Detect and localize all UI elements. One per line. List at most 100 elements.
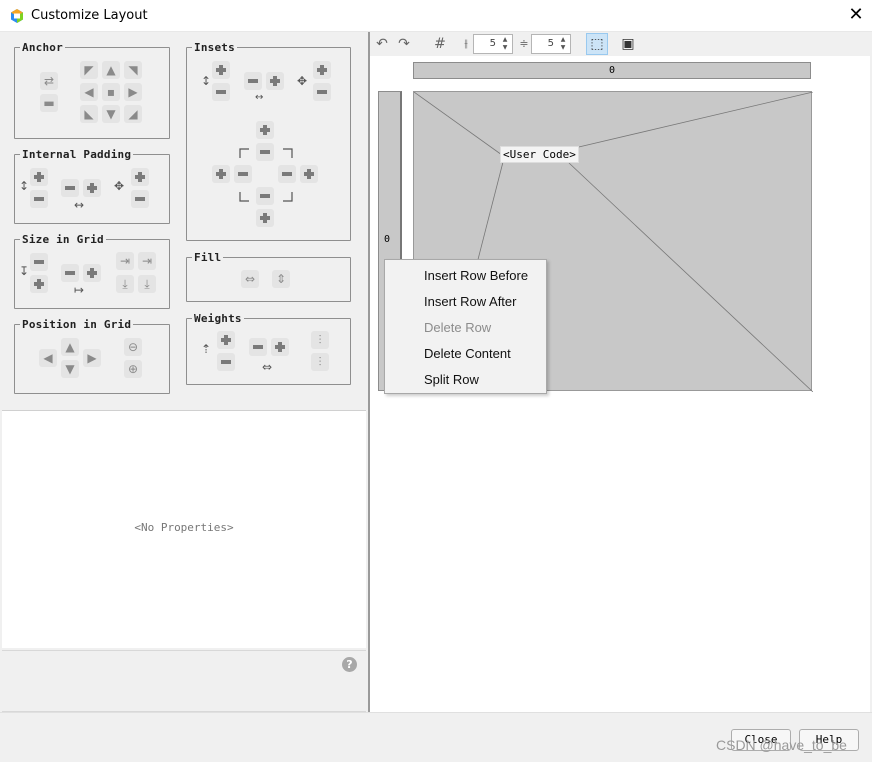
padding-v-minus-icon[interactable]	[30, 190, 48, 208]
menu-insert-row-before[interactable]: Insert Row Before	[424, 268, 528, 283]
insets-v-minus-icon[interactable]	[212, 83, 230, 101]
fill-group: Fill ⇔ ⇕	[186, 251, 351, 302]
weight-v-minus-icon[interactable]	[217, 353, 235, 371]
close-window-button[interactable]: ✕	[845, 4, 867, 26]
anchor-n-icon[interactable]: ▲	[102, 61, 120, 79]
anchor-ne-icon[interactable]: ◥	[124, 61, 142, 79]
span-right-all-icon[interactable]: ⇥	[138, 252, 156, 270]
vertical-gap-value[interactable]: 5	[548, 38, 554, 49]
padding-both-plus-icon[interactable]	[131, 168, 149, 186]
insets-both-icon: ✥	[297, 74, 308, 88]
swap-horizontal-icon[interactable]: ⊖	[124, 338, 142, 356]
menu-delete-content[interactable]: Delete Content	[424, 346, 511, 361]
undo-icon[interactable]: ↶	[373, 35, 391, 53]
anchor-baseline-icon[interactable]: ▬	[40, 94, 58, 112]
padding-h-plus-icon[interactable]	[83, 179, 101, 197]
size-in-grid-title: Size in Grid	[20, 233, 106, 246]
weight-h-plus-icon[interactable]	[271, 338, 289, 356]
horizontal-resize-icon: ↔	[74, 198, 85, 212]
grid-icon[interactable]: #	[431, 35, 449, 53]
anchor-sw-icon[interactable]: ◣	[80, 105, 98, 123]
v-gap-up-icon[interactable]: ▲	[558, 36, 568, 44]
grid-toolbar: ↶ ↷ # ⫲ 5 ▲ ▼ ≑ 5 ▲ ▼ ⬚ ▣	[370, 32, 870, 56]
span-right-icon[interactable]: ⇥	[116, 252, 134, 270]
internal-padding-group: Internal Padding ↕ ↔ ✥	[14, 148, 170, 224]
insets-both-plus-icon[interactable]	[313, 61, 331, 79]
anchor-w-icon[interactable]: ◀	[80, 83, 98, 101]
inset-top-plus-icon[interactable]	[256, 121, 274, 139]
col-span-icon: ↦	[74, 283, 85, 297]
vertical-gap-spinner[interactable]: 5 ▲ ▼	[531, 34, 571, 54]
anchor-nw-icon[interactable]: ◤	[80, 61, 98, 79]
weight-v-plus-icon[interactable]	[217, 331, 235, 349]
anchor-center-icon[interactable]: ▪	[102, 83, 120, 101]
menu-insert-row-after[interactable]: Insert Row After	[424, 294, 516, 309]
col-span-minus-icon[interactable]	[61, 264, 79, 282]
move-down-icon[interactable]: ▼	[61, 360, 79, 378]
select-tool-icon[interactable]: ⬚	[586, 33, 608, 55]
weights-group: Weights ⇡ ⇔ ⫶ ⫶	[186, 312, 351, 385]
user-code-label[interactable]: <User Code>	[500, 146, 579, 163]
v-gap-down-icon[interactable]: ▼	[558, 44, 568, 52]
menu-split-row[interactable]: Split Row	[424, 372, 479, 387]
weight-distribute-v-icon[interactable]: ⫶	[311, 353, 329, 371]
position-in-grid-group: Position in Grid ◀ ▲ ▼ ▶ ⊖ ⊕	[14, 318, 170, 394]
move-up-icon[interactable]: ▲	[61, 338, 79, 356]
row-span-minus-icon[interactable]	[30, 253, 48, 271]
title-bar: Customize Layout ✕	[0, 0, 872, 32]
vertical-gap-icon: ≑	[519, 37, 529, 50]
anchor-e-icon[interactable]: ▶	[124, 83, 142, 101]
row-span-icon: ↧	[19, 264, 30, 278]
span-down-icon[interactable]: ⤓	[116, 275, 134, 293]
insets-h-plus-icon[interactable]	[266, 72, 284, 90]
description-panel	[2, 650, 366, 712]
padding-v-plus-icon[interactable]	[30, 168, 48, 186]
column-header[interactable]: 0	[413, 62, 811, 79]
horizontal-gap-spinner[interactable]: 5 ▲ ▼	[473, 34, 513, 54]
padding-both-minus-icon[interactable]	[131, 190, 149, 208]
h-gap-down-icon[interactable]: ▼	[500, 44, 510, 52]
weights-title: Weights	[192, 312, 244, 325]
fill-horizontal-icon[interactable]: ⇔	[241, 270, 259, 288]
horizontal-gap-value[interactable]: 5	[490, 38, 496, 49]
inset-right-plus-icon[interactable]	[300, 165, 318, 183]
row-header-label: 0	[384, 234, 391, 245]
fill-title: Fill	[192, 251, 224, 264]
insets-horizontal-icon: ↔	[255, 92, 264, 103]
swap-vertical-icon[interactable]: ⊕	[124, 360, 142, 378]
weight-h-minus-icon[interactable]	[249, 338, 267, 356]
move-left-icon[interactable]: ◀	[39, 349, 57, 367]
vertical-resize-icon: ↕	[19, 179, 30, 193]
internal-padding-title: Internal Padding	[20, 148, 134, 161]
col-span-plus-icon[interactable]	[83, 264, 101, 282]
weight-horizontal-icon: ⇔	[262, 360, 273, 374]
help-question-icon[interactable]: ?	[342, 657, 357, 672]
window-title: Customize Layout	[31, 8, 148, 23]
fill-vertical-icon[interactable]: ⇕	[272, 270, 290, 288]
row-span-plus-icon[interactable]	[30, 275, 48, 293]
weight-distribute-h-icon[interactable]: ⫶	[311, 331, 329, 349]
inset-frame-icon	[239, 148, 293, 202]
anchor-se-icon[interactable]: ◢	[124, 105, 142, 123]
padding-h-minus-icon[interactable]	[61, 179, 79, 197]
anchor-group: Anchor ⇄ ▬ ◤ ▲ ◥ ◀ ▪ ▶ ◣ ▼ ◢	[14, 41, 170, 139]
inset-bottom-plus-icon[interactable]	[256, 209, 274, 227]
move-right-icon[interactable]: ▶	[83, 349, 101, 367]
h-gap-up-icon[interactable]: ▲	[500, 36, 510, 44]
insets-h-minus-icon[interactable]	[244, 72, 262, 90]
properties-panel: <No Properties>	[2, 410, 366, 648]
insets-both-minus-icon[interactable]	[313, 83, 331, 101]
preview-icon[interactable]: ▣	[618, 35, 638, 53]
insets-v-plus-icon[interactable]	[212, 61, 230, 79]
app-logo-icon	[11, 9, 23, 23]
watermark-text: CSDN @have_to_be	[716, 737, 847, 753]
anchor-s-icon[interactable]: ▼	[102, 105, 120, 123]
anchor-horizontal-icon[interactable]: ⇄	[40, 72, 58, 90]
anchor-group-title: Anchor	[20, 41, 65, 54]
weight-vertical-icon: ⇡	[201, 342, 212, 356]
inset-left-plus-icon[interactable]	[212, 165, 230, 183]
redo-icon[interactable]: ↷	[395, 35, 413, 53]
span-down-all-icon[interactable]: ⤓	[138, 275, 156, 293]
position-in-grid-title: Position in Grid	[20, 318, 134, 331]
horizontal-gap-icon: ⫲	[464, 37, 468, 50]
